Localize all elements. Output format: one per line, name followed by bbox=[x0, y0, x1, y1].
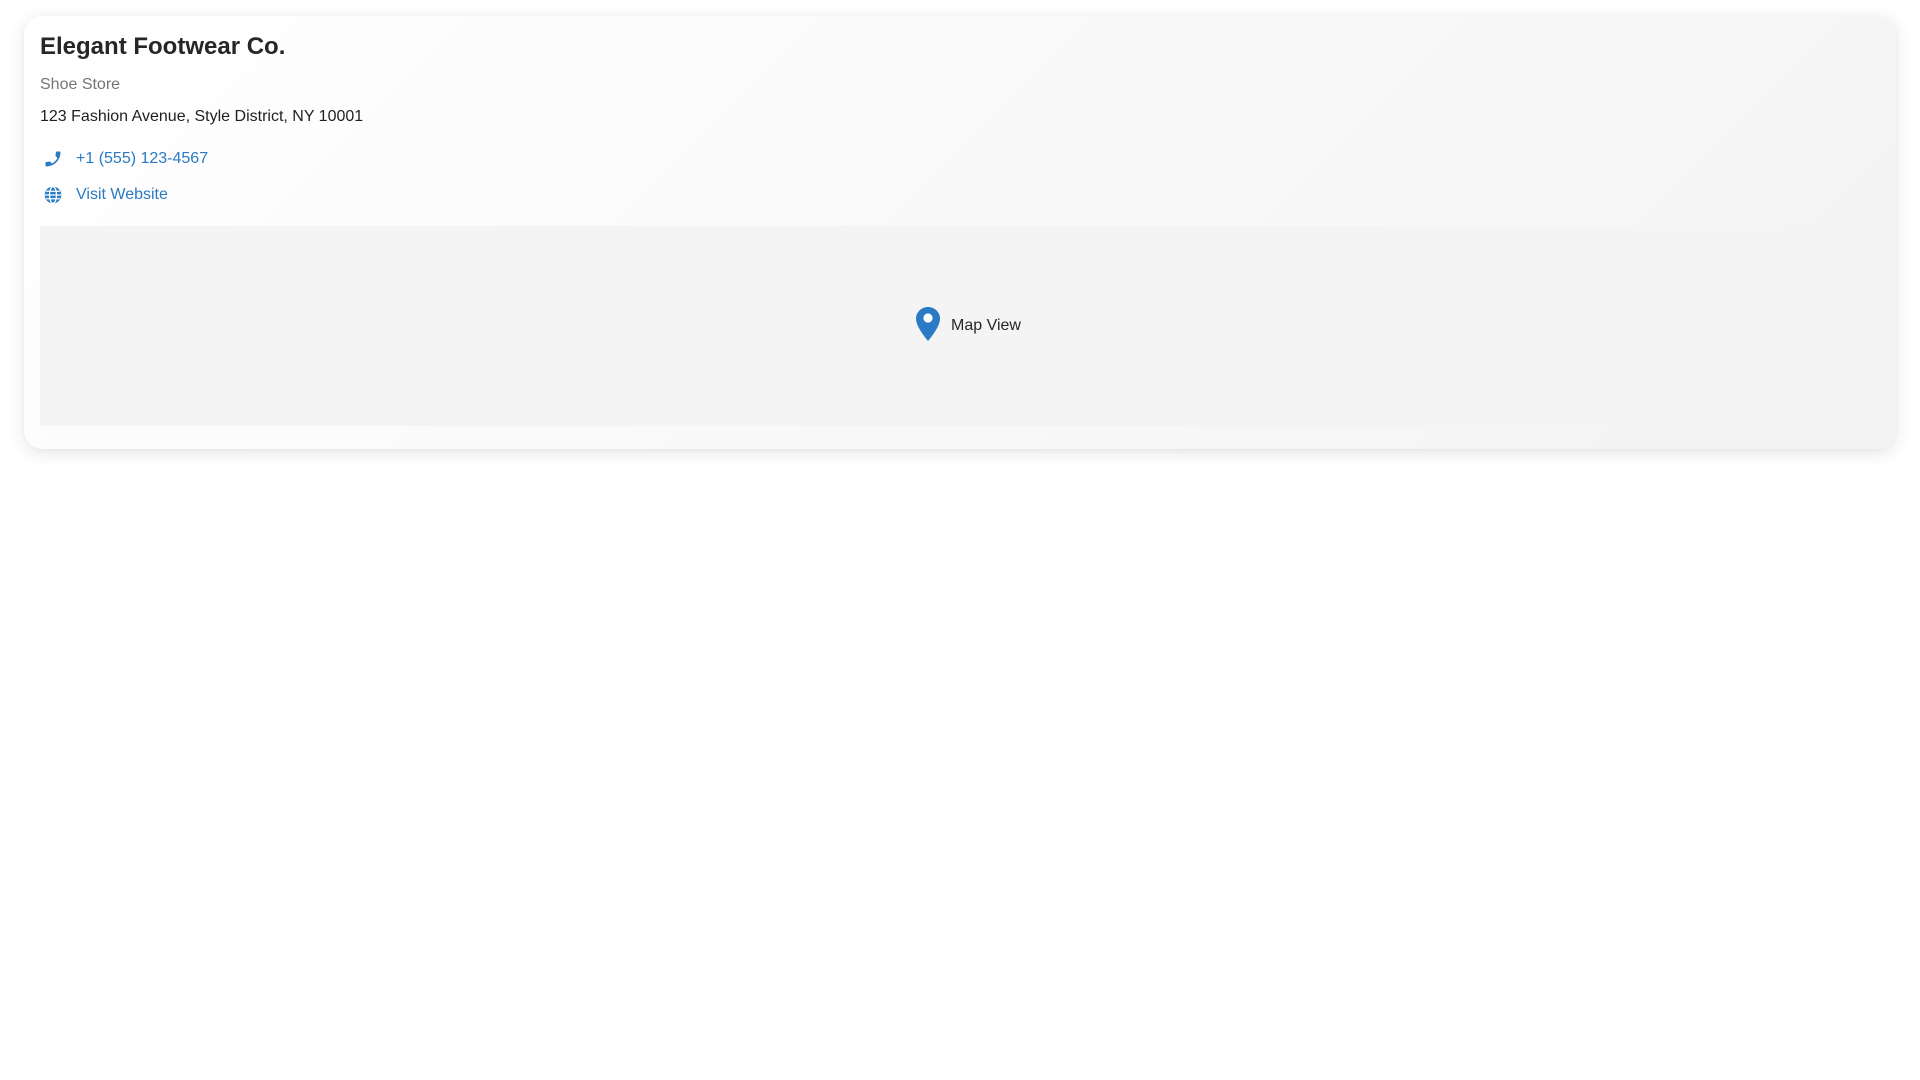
map-view[interactable]: Map View bbox=[40, 226, 1896, 426]
website-row: Visit Website bbox=[40, 184, 1880, 206]
website-link[interactable]: Visit Website bbox=[76, 185, 168, 205]
phone-link[interactable]: +1 (555) 123-4567 bbox=[76, 149, 208, 169]
business-card: Elegant Footwear Co. Shoe Store 123 Fash… bbox=[24, 16, 1896, 449]
map-pin-icon bbox=[915, 306, 941, 347]
business-category: Shoe Store bbox=[40, 76, 121, 93]
map-label: Map View bbox=[951, 317, 1021, 334]
map-placeholder: Map View bbox=[915, 306, 1021, 347]
phone-icon bbox=[40, 148, 66, 170]
business-name: Elegant Footwear Co. bbox=[40, 33, 286, 60]
business-address: 123 Fashion Avenue, Style District, NY 1… bbox=[40, 108, 364, 125]
phone-row: +1 (555) 123-4567 bbox=[40, 148, 1880, 170]
globe-icon bbox=[40, 184, 66, 206]
